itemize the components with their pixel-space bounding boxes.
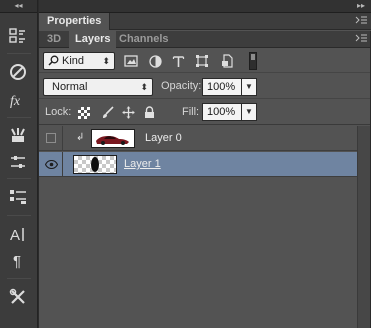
- opacity-dropdown-icon[interactable]: ▼: [241, 78, 257, 96]
- lock-label: Lock:: [45, 106, 72, 118]
- visibility-off-box: [46, 133, 56, 143]
- pixel-filter-icon[interactable]: [123, 53, 139, 69]
- clone-source-icon[interactable]: [5, 123, 31, 147]
- tool-strip: ◂◂ fx A ¶: [0, 0, 38, 328]
- properties-header: Properties: [39, 13, 371, 30]
- visibility-toggle[interactable]: [39, 126, 63, 151]
- tab-3d[interactable]: 3D: [41, 31, 67, 48]
- layer-thumbnail: [73, 155, 117, 174]
- tab-properties[interactable]: Properties: [39, 13, 111, 30]
- tab-layers[interactable]: Layers: [69, 31, 117, 48]
- shape-filter-icon[interactable]: [194, 53, 210, 69]
- collapse-panel-button[interactable]: ▸▸: [357, 0, 365, 12]
- layer-row-layer-1[interactable]: Layer 1: [39, 152, 357, 177]
- panel-tabs: 3D Layers Channels: [39, 31, 371, 48]
- layers-scrollbar[interactable]: [357, 126, 371, 328]
- fill-input[interactable]: 100%: [202, 103, 242, 121]
- tools-icon[interactable]: [5, 285, 31, 309]
- color-icon[interactable]: [5, 60, 31, 84]
- fill-label: Fill:: [182, 106, 200, 118]
- adjustments-icon[interactable]: [5, 150, 31, 174]
- lock-pixels-brush-icon[interactable]: [101, 106, 114, 119]
- blend-mode-value: Normal: [52, 81, 88, 93]
- blend-options-bar: Normal ⬍ Opacity: 100% ▼: [39, 74, 371, 99]
- layer-name[interactable]: Layer 0: [145, 132, 182, 144]
- fill-dropdown-icon[interactable]: ▼: [241, 103, 257, 121]
- opacity-label: Opacity:: [161, 80, 202, 92]
- svg-text:fx: fx: [10, 94, 21, 109]
- filter-kind-label: Kind: [62, 55, 85, 67]
- svg-text:¶: ¶: [13, 253, 21, 269]
- history-icon[interactable]: [5, 24, 31, 48]
- search-icon: [48, 55, 59, 71]
- layers-list: ↲ Layer 0 Layer 1: [39, 126, 371, 328]
- paragraph-icon[interactable]: ¶: [5, 248, 31, 272]
- layer-thumbnail: [91, 129, 135, 148]
- layers-panel-menu-icon[interactable]: [354, 34, 368, 45]
- collapse-toolstrip-button[interactable]: ◂◂: [0, 0, 37, 13]
- clipping-mask-arrow-icon: ↲: [76, 132, 85, 143]
- filter-kind-select[interactable]: Kind ⬍: [43, 52, 115, 70]
- layer-row-layer-0[interactable]: ↲ Layer 0: [39, 126, 357, 151]
- tab-channels[interactable]: Channels: [113, 31, 175, 48]
- visibility-toggle[interactable]: [39, 152, 63, 177]
- layers-panel: ▸▸ Properties 3D Layers Channels Kind ⬍: [39, 0, 371, 328]
- eye-icon: [45, 160, 58, 169]
- lock-transparency-icon[interactable]: [77, 106, 90, 119]
- select-arrows-icon: ⬍: [140, 82, 148, 92]
- opacity-input[interactable]: 100%: [202, 78, 242, 96]
- smart-object-filter-icon[interactable]: [219, 53, 235, 69]
- lock-options-bar: Lock: Fill: 100% ▼: [39, 100, 371, 125]
- layer-name[interactable]: Layer 1: [124, 158, 161, 170]
- properties-menu-icon[interactable]: [354, 16, 368, 27]
- panel-dock-bar: ▸▸: [39, 0, 371, 13]
- svg-text:A: A: [10, 227, 20, 243]
- select-arrows-icon: ⬍: [102, 56, 110, 66]
- lock-position-move-icon[interactable]: [122, 106, 135, 119]
- type-filter-icon[interactable]: [170, 53, 186, 69]
- layer-filter-bar: Kind ⬍: [39, 49, 371, 73]
- character-icon[interactable]: A: [5, 222, 31, 246]
- adjustment-filter-icon[interactable]: [147, 53, 163, 69]
- filter-toggle-switch[interactable]: [249, 52, 257, 70]
- brush-presets-icon[interactable]: fx: [5, 88, 31, 112]
- lock-all-icon[interactable]: [143, 106, 156, 119]
- blend-mode-select[interactable]: Normal ⬍: [43, 78, 153, 96]
- layer-comps-icon[interactable]: [5, 184, 31, 208]
